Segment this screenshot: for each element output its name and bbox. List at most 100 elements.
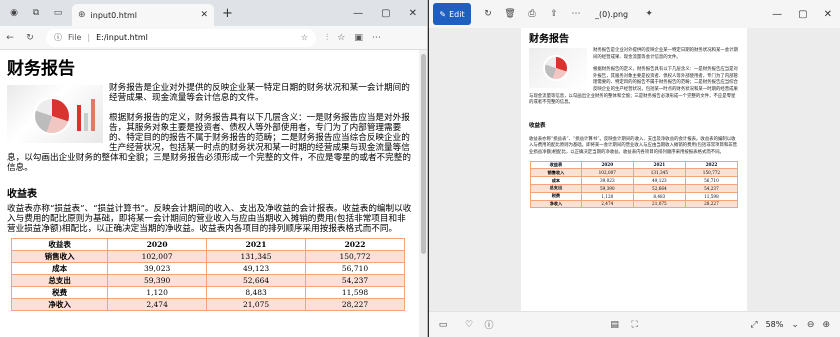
table-cell: 2,474 [580, 199, 634, 209]
table-cell: 102,007 [107, 250, 208, 263]
pie-chart-icon [545, 57, 567, 79]
minimize-icon[interactable]: — [772, 9, 782, 20]
table-row: 税费 1,120 8,483 11,598 [530, 191, 739, 201]
table-cell: 131,345 [632, 168, 686, 178]
share-icon[interactable]: ⇪ [543, 9, 565, 19]
close-window-icon[interactable]: ✕ [824, 9, 832, 20]
maximize-icon[interactable]: ▢ [798, 9, 807, 20]
zoom-in-icon[interactable]: ⊕ [822, 320, 830, 330]
table-cell: 11,598 [305, 286, 405, 299]
table-header: 2020 [580, 160, 634, 170]
income-table: 收益表 2020 2021 2022 销售收入 102,007 131,345 150… [10, 238, 405, 311]
image-section-title: 收益表 [529, 122, 546, 129]
heart-icon[interactable]: ♡ [459, 320, 479, 330]
row-label: 销售收入 [10, 250, 109, 263]
row-label: 总支出 [10, 274, 109, 287]
edit-button[interactable]: ✎ Edit [433, 3, 471, 25]
table-cell: 150,772 [684, 168, 739, 178]
maximize-icon[interactable]: ▢ [381, 8, 390, 19]
fit-icon[interactable]: ⛶ [625, 320, 645, 330]
browser-window: ◉ ⧉ ▭ ⊕ input0.html ✕ + — ▢ ✕ ← ↻ ⓘ File… [0, 0, 428, 337]
table-cell: 1,120 [580, 191, 634, 201]
url-separator: | [87, 33, 91, 42]
table-header: 2020 [107, 238, 208, 251]
film-strip-icon[interactable]: ▤ [605, 320, 625, 330]
profile-icon[interactable]: ◉ [6, 5, 22, 21]
row-label: 税费 [10, 286, 109, 299]
image-section-paragraph: 收益表亦称“损益表”、“损益计算书”。反映会计期间的收入、支出及净收益的会计报表… [529, 136, 738, 155]
globe-icon: ⊕ [78, 10, 86, 20]
table-row: 成本 39,023 49,123 56,710 [10, 262, 405, 275]
back-icon[interactable]: ← [0, 33, 20, 43]
table-cell: 52,664 [632, 183, 686, 193]
info-icon[interactable]: ⓘ [54, 32, 62, 43]
table-header: 2022 [305, 238, 405, 251]
edit-label: Edit [449, 9, 465, 19]
table-cell: 54,237 [305, 274, 405, 287]
table-cell: 21,075 [632, 199, 686, 209]
scrollbar-thumb[interactable] [421, 54, 426, 254]
address-bar-row: ← ↻ ⓘ File | E:/input.html ☆ ⫶ ☆ ▣ ⋯ [0, 26, 427, 50]
favorites-icon[interactable]: ☆ [337, 33, 345, 43]
rendered-document-image: 财务报告 财务报告是企业对外提供的反映企业某一特定日期的财务状况和某一会计期间的… [521, 28, 747, 311]
image-income-table: 收益表 2020 2021 2022 销售收入 102,007 131,345 150… [530, 160, 739, 209]
new-tab-button[interactable]: + [222, 6, 233, 21]
refresh-icon[interactable]: ↻ [20, 33, 40, 43]
section-paragraph: 收益表亦称“损益表”、“损益计算书”。反映会计期间的收入、支出及净收益的会计报表… [7, 204, 412, 234]
table-cell: 21,075 [206, 298, 307, 311]
close-window-icon[interactable]: ✕ [409, 8, 417, 19]
table-cell: 56,710 [684, 176, 739, 185]
table-cell: 39,023 [107, 262, 208, 275]
table-header-row: 收益表 2020 2021 2022 [530, 160, 739, 170]
viewer-status-bar: ▭ ♡ ⓘ ▤ ⛶ ⤢ 58% ⌄ ⊖ ⊕ [429, 311, 840, 337]
zoom-level[interactable]: 58% [766, 320, 784, 329]
table-cell: 11,598 [684, 191, 739, 201]
table-row: 净收入 2,474 21,075 28,227 [530, 199, 739, 209]
close-tab-icon[interactable]: ✕ [200, 10, 208, 20]
more-options-icon[interactable]: ⋯ [565, 9, 587, 19]
edit-icon: ✎ [439, 9, 447, 19]
workspaces-icon[interactable]: ⧉ [28, 5, 44, 21]
row-label: 销售收入 [530, 168, 582, 178]
pie-chart-icon [35, 99, 69, 133]
browser-toolbar: ⫶ ☆ ▣ ⋯ [326, 33, 381, 43]
table-cell: 102,007 [580, 168, 634, 178]
table-cell: 52,664 [206, 274, 307, 287]
chevron-down-icon[interactable]: ⌄ [791, 320, 799, 330]
screen-icon[interactable]: ▭ [433, 320, 453, 330]
tab-actions-icon[interactable]: ▭ [50, 5, 66, 21]
table-cell: 56,710 [305, 262, 405, 275]
collections-icon[interactable]: ▣ [354, 33, 363, 43]
table-header-row: 收益表 2020 2021 2022 [10, 238, 405, 251]
table-row: 总支出 59,390 52,664 54,237 [10, 274, 405, 287]
table-header: 2022 [684, 160, 739, 170]
more-icon[interactable]: ⋯ [372, 33, 381, 43]
desktop: ◉ ⧉ ▭ ⊕ input0.html ✕ + — ▢ ✕ ← ↻ ⓘ File… [0, 0, 840, 337]
row-label: 成本 [530, 176, 582, 185]
fullscreen-icon[interactable]: ⤢ [750, 320, 757, 330]
table-header: 收益表 [10, 238, 109, 251]
url-path: E:/input.html [96, 33, 148, 42]
info-icon[interactable]: ⓘ [479, 318, 499, 331]
address-bar[interactable]: ⓘ File | E:/input.html ☆ [46, 28, 316, 47]
table-row: 销售收入 102,007 131,345 150,772 [530, 168, 739, 178]
delete-icon[interactable]: 🗑 [499, 9, 521, 19]
print-icon[interactable]: ⎙ [521, 9, 543, 19]
split-screen-icon[interactable]: ⫶ [326, 33, 328, 43]
table-cell: 1,120 [107, 286, 208, 299]
image-canvas[interactable]: 财务报告 财务报告是企业对外提供的反映企业某一特定日期的财务状况和某一会计期间的… [429, 28, 840, 311]
copilot-icon[interactable]: ✦ [638, 9, 660, 19]
window-controls: — ▢ ✕ [353, 8, 427, 19]
table-cell: 28,227 [684, 199, 739, 209]
rotate-icon[interactable]: ↻ [477, 9, 499, 19]
zoom-out-icon[interactable]: ⊖ [807, 320, 815, 330]
minimize-icon[interactable]: — [353, 8, 363, 19]
table-row: 销售收入 102,007 131,345 150,772 [10, 250, 405, 263]
row-label: 税费 [530, 191, 582, 201]
table-header: 收益表 [530, 160, 582, 170]
table-row: 税费 1,120 8,483 11,598 [10, 286, 405, 299]
favorite-icon[interactable]: ☆ [301, 33, 308, 42]
report-image [7, 85, 103, 143]
url-scheme: File [68, 33, 82, 42]
tab-input0[interactable]: ⊕ input0.html ✕ [72, 4, 214, 26]
